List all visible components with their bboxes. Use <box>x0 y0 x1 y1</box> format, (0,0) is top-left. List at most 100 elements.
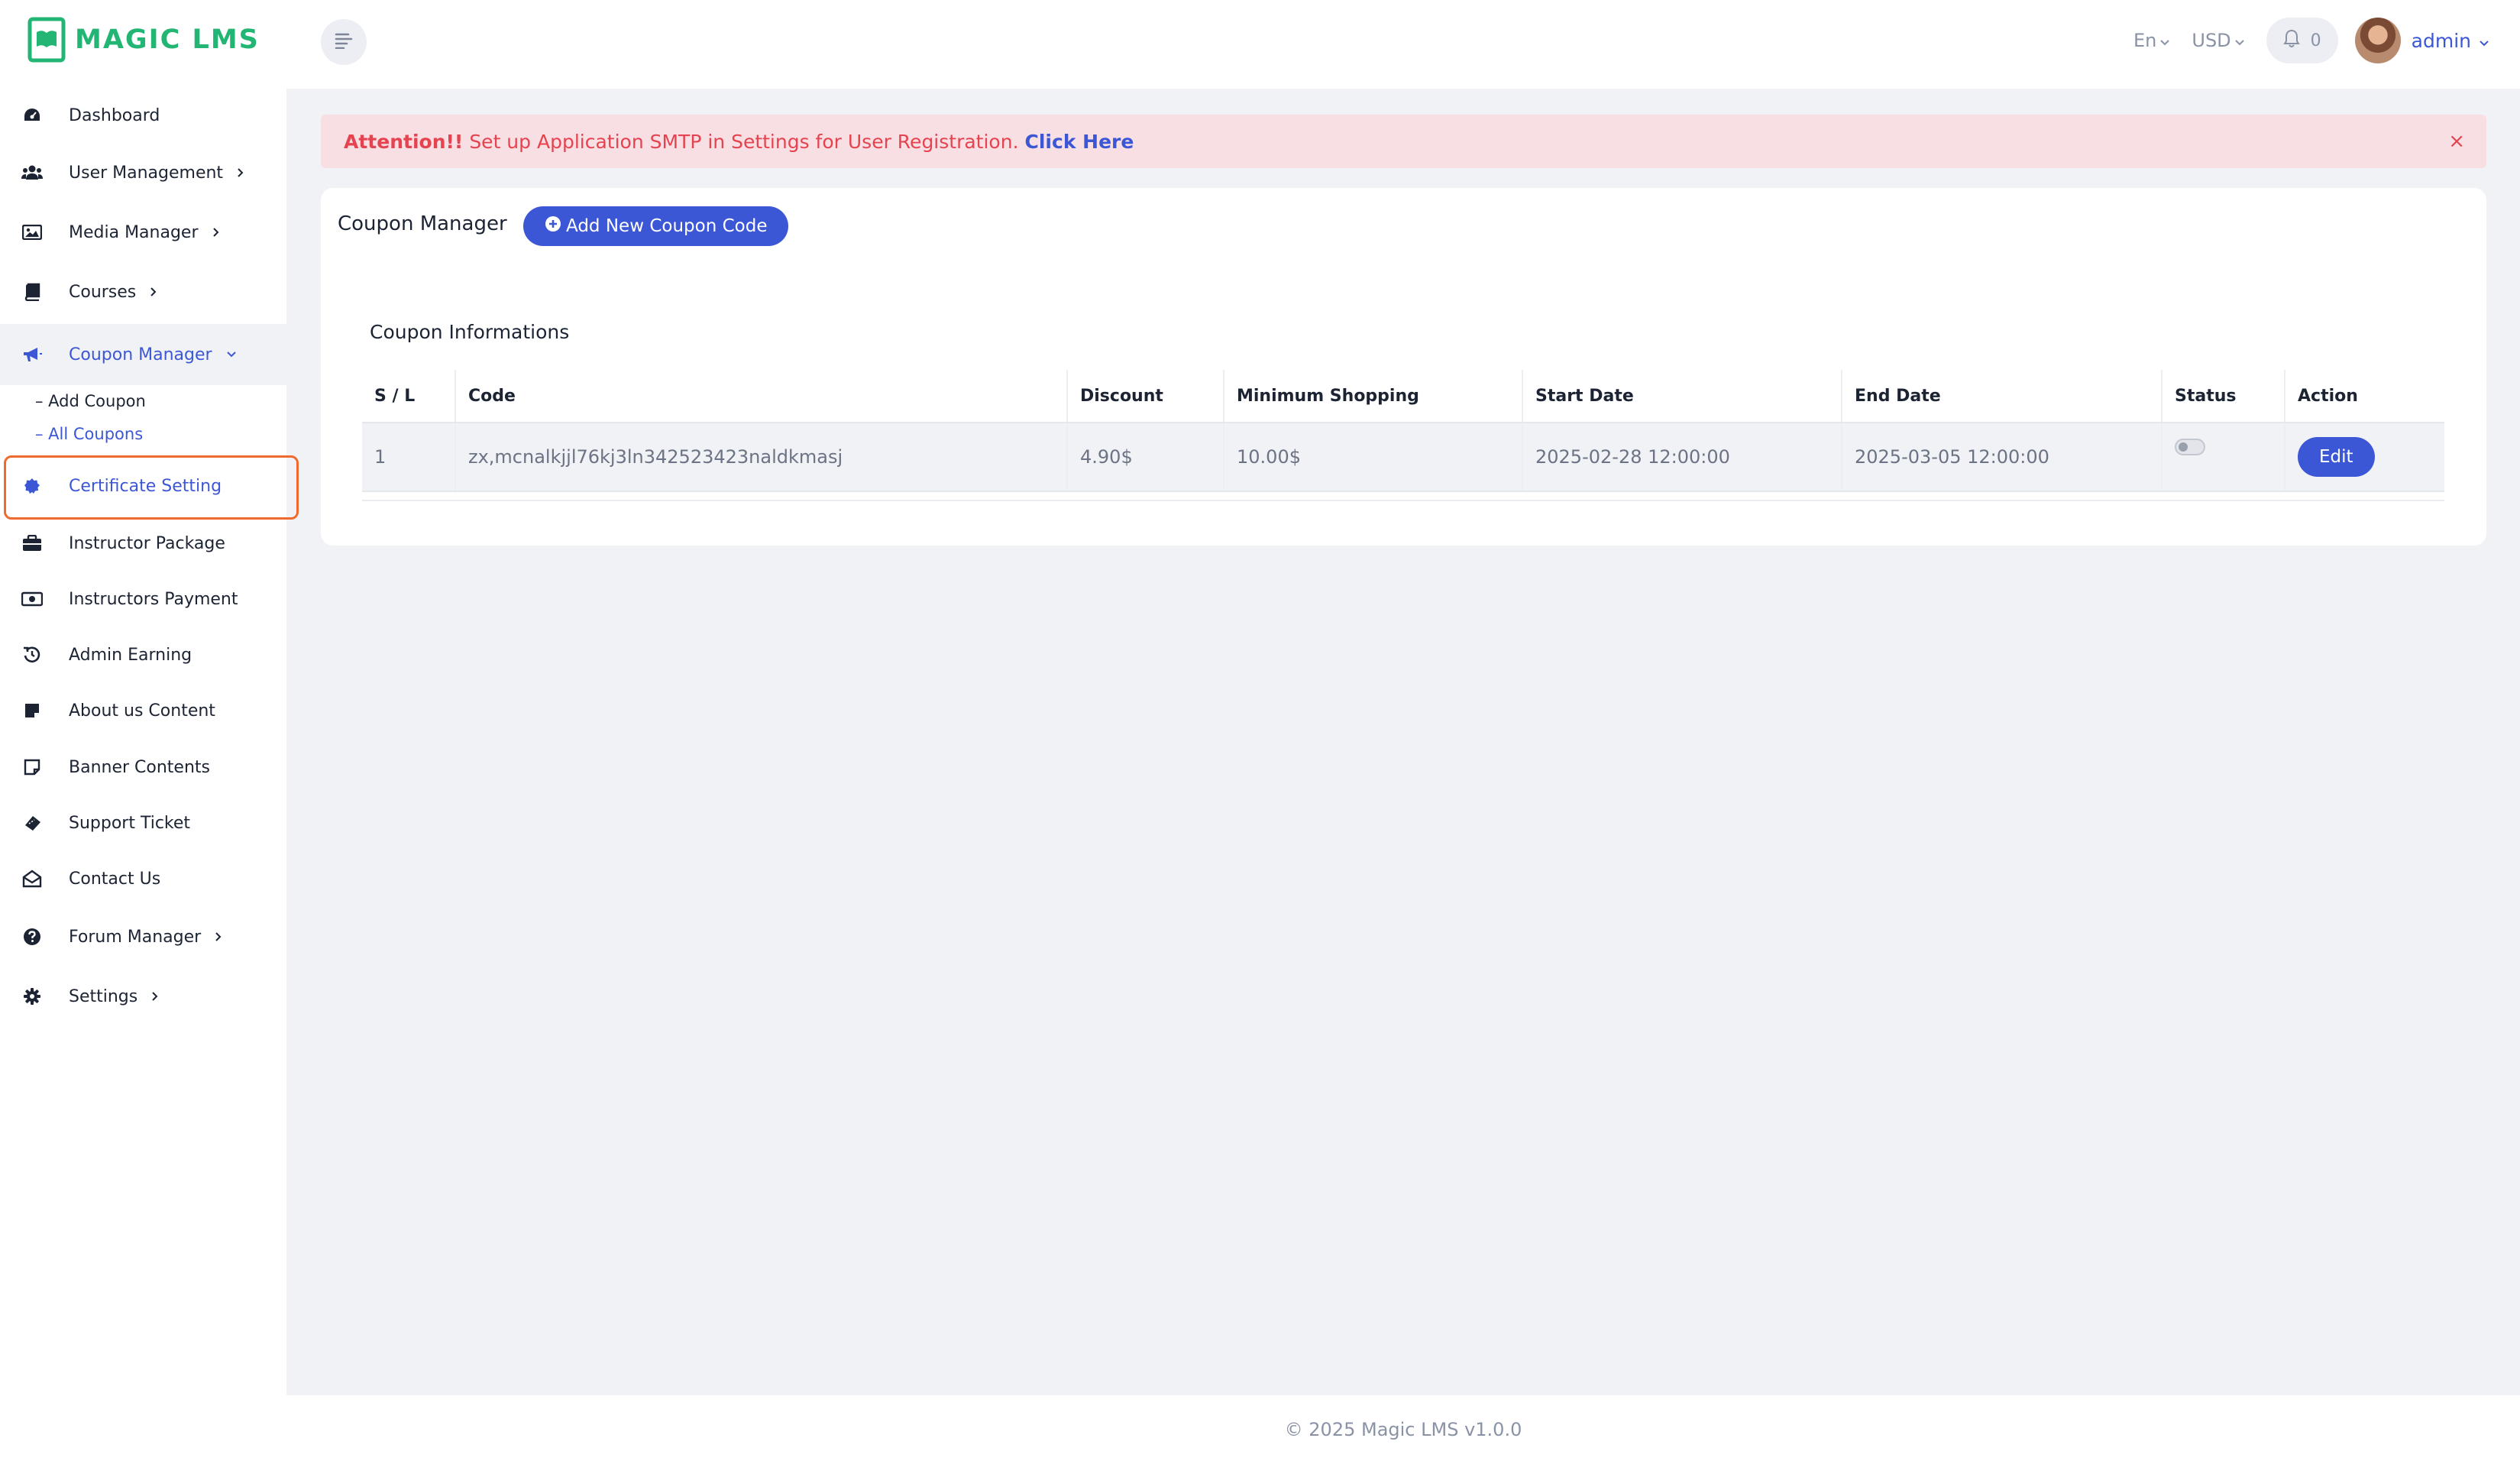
add-coupon-label: Add New Coupon Code <box>566 216 768 236</box>
sidebar-item-support-ticket[interactable]: Support Ticket <box>0 796 286 850</box>
sidebar-item-label: Courses <box>69 282 137 302</box>
column-header[interactable]: Action <box>2285 370 2444 422</box>
add-coupon-button[interactable]: Add New Coupon Code <box>523 206 789 246</box>
currency-select[interactable]: USD <box>2192 30 2244 51</box>
footer-text: © 2025 Magic LMS v1.0.0 <box>1284 1419 1522 1440</box>
column-header[interactable]: Minimum Shopping <box>1224 370 1523 422</box>
sidebar-item-label: User Management <box>69 163 224 183</box>
avatar[interactable] <box>2354 18 2401 63</box>
notification-count: 0 <box>2310 31 2321 50</box>
cell-end-date: 2025-03-05 12:00:00 <box>1842 423 2163 491</box>
table-divider <box>362 492 2444 501</box>
sidebar-item-label: Instructors Payment <box>69 589 238 609</box>
edit-button[interactable]: Edit <box>2298 437 2375 477</box>
language-select[interactable]: En <box>2133 30 2170 51</box>
sidebar-subitem-all-coupons[interactable]: – All Coupons <box>35 425 143 443</box>
sidebar-item-label: Support Ticket <box>69 813 191 833</box>
sidebar-item-label: Instructor Package <box>69 533 225 553</box>
top-header: MAGIC LMS En USD 0 admin <box>0 0 2520 89</box>
chevron-down-icon <box>226 351 237 358</box>
column-header[interactable]: Code <box>456 370 1068 422</box>
ticket-icon <box>21 812 43 834</box>
chevron-right-icon <box>212 227 220 238</box>
sidebar-item-label: About us Content <box>69 701 215 721</box>
note-icon <box>21 700 43 721</box>
chevron-right-icon <box>150 287 157 297</box>
briefcase-icon <box>21 533 43 554</box>
smtp-alert: Attention!! Set up Application SMTP in S… <box>321 115 2486 168</box>
close-icon[interactable]: × <box>2448 130 2465 153</box>
column-header[interactable]: Status <box>2163 370 2285 422</box>
cell-code: zx,mcnalkjjl76kj3ln342523423naldkmasj <box>456 423 1068 491</box>
sidebar-item-media-manager[interactable]: Media Manager <box>0 206 286 259</box>
sidebar-item-contact-us[interactable]: Contact Us <box>0 852 286 905</box>
chevron-right-icon <box>215 931 222 942</box>
sidebar-item-admin-earning[interactable]: Admin Earning <box>0 628 286 682</box>
sidebar-item-instructors-payment[interactable]: Instructors Payment <box>0 572 286 626</box>
book-icon <box>21 281 43 303</box>
coupon-card: Coupon Manager Add New Coupon Code Coupo… <box>321 188 2486 546</box>
user-menu[interactable]: admin <box>2412 30 2489 52</box>
chevron-down-icon <box>2159 30 2170 51</box>
column-header[interactable]: Discount <box>1068 370 1224 422</box>
table-row: 1 zx,mcnalkjjl76kj3ln342523423naldkmasj … <box>362 423 2444 492</box>
sidebar-item-user-management[interactable]: User Management <box>0 146 286 199</box>
user-name: admin <box>2411 29 2471 52</box>
sidebar-item-courses[interactable]: Courses <box>0 265 286 319</box>
sidebar-item-about-us-content[interactable]: About us Content <box>0 684 286 737</box>
sidebar-toggle-button[interactable] <box>321 19 367 65</box>
users-icon <box>21 162 43 183</box>
sidebar: Dashboard User Management Media Manager … <box>0 89 286 1464</box>
chevron-down-icon <box>2234 30 2245 51</box>
language-value: En <box>2133 30 2157 51</box>
cell-status <box>2163 423 2285 491</box>
book-logo-icon <box>27 17 66 63</box>
gear-icon <box>21 986 43 1007</box>
page-title: Coupon Manager <box>338 212 507 235</box>
chevron-right-icon <box>151 991 159 1002</box>
plus-circle-icon <box>545 215 566 237</box>
chevron-down-icon <box>2479 30 2489 52</box>
status-toggle[interactable] <box>2175 439 2205 455</box>
sidebar-item-dashboard[interactable]: Dashboard <box>0 89 286 142</box>
column-header[interactable]: S / L <box>362 370 456 422</box>
column-header[interactable]: End Date <box>1842 370 2163 422</box>
question-circle-icon <box>21 926 43 947</box>
sidebar-item-label: Contact Us <box>69 869 161 889</box>
image-icon <box>21 222 43 243</box>
sidebar-item-banner-contents[interactable]: Banner Contents <box>0 740 286 794</box>
sidebar-item-label: Settings <box>69 986 138 1006</box>
sidebar-item-label: Coupon Manager <box>69 345 212 364</box>
sidebar-item-label: Admin Earning <box>69 645 192 665</box>
sticky-note-icon <box>21 756 43 778</box>
sidebar-item-forum-manager[interactable]: Forum Manager <box>0 910 286 964</box>
currency-value: USD <box>2192 30 2231 51</box>
sidebar-item-label: Forum Manager <box>69 927 202 947</box>
history-icon <box>21 644 43 666</box>
sidebar-item-label: Banner Contents <box>69 757 210 777</box>
money-icon <box>21 588 43 610</box>
bell-icon <box>2282 28 2311 53</box>
brand-name: MAGIC LMS <box>75 24 260 55</box>
notifications-button[interactable]: 0 <box>2266 18 2338 63</box>
cell-sl: 1 <box>362 423 456 491</box>
cell-minimum-shopping: 10.00$ <box>1224 423 1523 491</box>
sidebar-subitem-add-coupon[interactable]: – Add Coupon <box>35 392 146 410</box>
envelope-open-icon <box>21 868 43 889</box>
sidebar-item-coupon-manager[interactable]: Coupon Manager <box>0 324 286 385</box>
coupon-table: S / L Code Discount Minimum Shopping Sta… <box>362 370 2444 501</box>
table-header: S / L Code Discount Minimum Shopping Sta… <box>362 370 2444 423</box>
alert-strong: Attention!! <box>344 130 464 153</box>
cell-start-date: 2025-02-28 12:00:00 <box>1523 423 1842 491</box>
megaphone-icon <box>21 344 43 365</box>
highlight-outline <box>4 455 299 520</box>
brand-logo[interactable]: MAGIC LMS <box>27 17 260 63</box>
align-left-icon <box>335 32 353 52</box>
sidebar-item-instructor-package[interactable]: Instructor Package <box>0 517 286 570</box>
section-title: Coupon Informations <box>370 321 570 343</box>
column-header[interactable]: Start Date <box>1523 370 1842 422</box>
alert-link[interactable]: Click Here <box>1025 131 1134 153</box>
cell-action: Edit <box>2285 423 2444 491</box>
cell-discount: 4.90$ <box>1068 423 1224 491</box>
sidebar-item-settings[interactable]: Settings <box>0 970 286 1023</box>
